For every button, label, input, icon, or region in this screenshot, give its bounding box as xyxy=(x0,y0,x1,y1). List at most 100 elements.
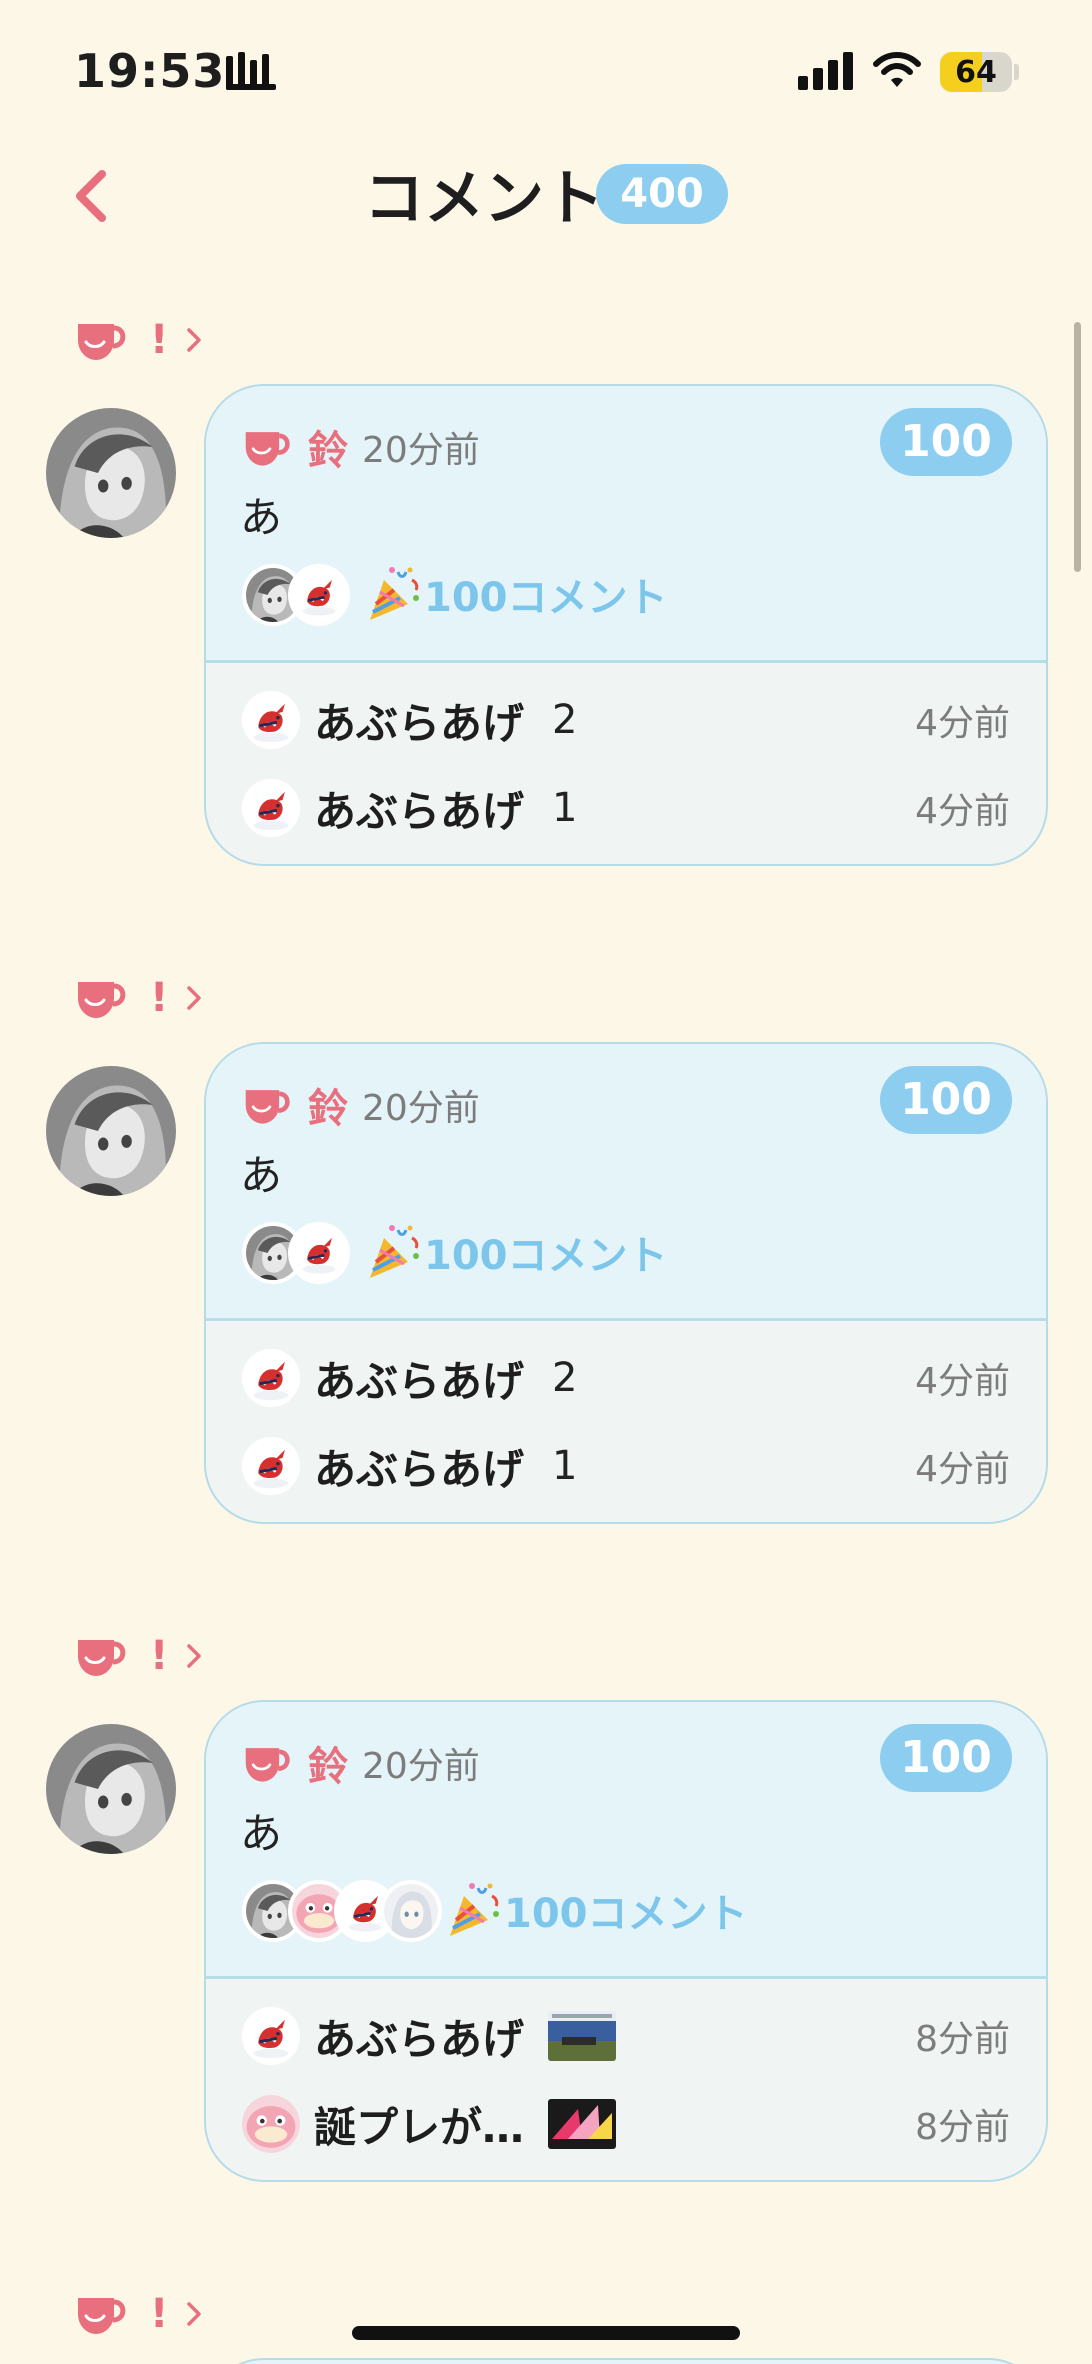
reply-avatar xyxy=(242,691,300,749)
reply-time: 4分前 xyxy=(915,791,1010,832)
comment-count-badge: 400 xyxy=(596,164,728,224)
back-chevron-icon[interactable] xyxy=(66,166,116,226)
thread-alert-mark: ! xyxy=(150,2291,169,2337)
cup-icon xyxy=(74,976,130,1020)
reply-image-thumbnail[interactable] xyxy=(548,2099,617,2149)
chevron-right-icon xyxy=(186,2301,202,2327)
comment-thread: ! 鈴 20分前 100 あ 100コメント あぶらあげ 2 4分前 あぶらあげ… xyxy=(0,314,1092,874)
avatar[interactable] xyxy=(46,408,176,538)
reply-list: あぶらあげ 8分前 誕プレが… 8分前 xyxy=(206,1979,1046,2180)
reply-row[interactable]: あぶらあげ 2 4分前 xyxy=(242,685,1010,755)
reply-author: あぶらあげ xyxy=(314,2014,525,2064)
participant-avatars xyxy=(242,564,350,626)
author-name: 鈴 xyxy=(308,1744,348,1790)
reply-avatar xyxy=(242,2095,300,2153)
reply-row[interactable]: あぶらあげ 1 4分前 xyxy=(242,1431,1010,1501)
comment-time: 20分前 xyxy=(362,1088,480,1129)
comment-meta: 鈴 20分前 xyxy=(242,422,480,474)
participant-avatars xyxy=(242,1222,350,1284)
reply-avatar xyxy=(242,779,300,837)
thread-alert-mark: ! xyxy=(150,975,169,1021)
page-title: コメント xyxy=(364,164,604,234)
reading-mode-icon xyxy=(226,52,276,90)
thread-header[interactable]: ! xyxy=(74,2288,202,2340)
reply-time: 8分前 xyxy=(915,2019,1010,2060)
reply-list: あぶらあげ 2 4分前 あぶらあげ 1 4分前 xyxy=(206,1321,1046,1522)
reply-text: 1 xyxy=(552,1443,578,1489)
reply-image-thumbnail[interactable] xyxy=(548,2011,617,2061)
comment-card[interactable] xyxy=(204,2358,1048,2364)
comment-meta: 鈴 20分前 xyxy=(242,1738,480,1790)
reply-avatar xyxy=(242,1349,300,1407)
milestone-text: 100コメント xyxy=(424,1233,668,1279)
reply-row[interactable]: 誕プレが… 8分前 xyxy=(242,2089,1010,2159)
comment-meta: 鈴 20分前 xyxy=(242,1080,480,1132)
reply-row[interactable]: あぶらあげ 8分前 xyxy=(242,2001,1010,2071)
reply-row[interactable]: あぶらあげ 2 4分前 xyxy=(242,1343,1010,1413)
cellular-signal-icon xyxy=(798,52,853,90)
reply-avatar xyxy=(242,1437,300,1495)
cup-icon xyxy=(74,318,130,362)
reply-author: あぶらあげ xyxy=(314,698,525,748)
cup-icon xyxy=(242,1742,294,1784)
thread-header[interactable]: ! xyxy=(74,1630,202,1682)
like-count-badge[interactable]: 100 xyxy=(880,408,1012,476)
milestone-text: 100コメント xyxy=(504,1891,748,1937)
reply-avatar xyxy=(242,2007,300,2065)
comment-text: あ xyxy=(240,1809,283,1858)
author-name: 鈴 xyxy=(308,428,348,474)
milestone-label: 100コメント xyxy=(364,1222,668,1282)
thread-alert-mark: ! xyxy=(150,317,169,363)
party-popper-icon xyxy=(444,1880,504,1940)
reply-author: あぶらあげ xyxy=(314,1356,525,1406)
avatar[interactable] xyxy=(46,1724,176,1854)
milestone-text: 100コメント xyxy=(424,575,668,621)
thread-header[interactable]: ! xyxy=(74,314,202,366)
chevron-right-icon xyxy=(186,1643,202,1669)
comment-thread: ! 鈴 20分前 100 あ 100コメント あぶらあげ 2 4分前 あぶらあげ… xyxy=(0,972,1092,1532)
reply-author: あぶらあげ xyxy=(314,786,525,836)
comment-time: 20分前 xyxy=(362,430,480,471)
cup-icon xyxy=(242,1084,294,1126)
reply-list: あぶらあげ 2 4分前 あぶらあげ 1 4分前 xyxy=(206,663,1046,864)
home-indicator[interactable] xyxy=(352,2326,740,2340)
participant-avatar xyxy=(288,564,350,626)
reply-row[interactable]: あぶらあげ 1 4分前 xyxy=(242,773,1010,843)
reply-text: 2 xyxy=(552,1355,578,1401)
reply-text: 1 xyxy=(552,785,578,831)
avatar[interactable] xyxy=(46,1066,176,1196)
cup-icon xyxy=(242,426,294,468)
reply-time: 4分前 xyxy=(915,1449,1010,1490)
comment-card[interactable]: 鈴 20分前 100 あ 100コメント あぶらあげ 2 4分前 あぶらあげ 1… xyxy=(204,384,1048,866)
like-count-badge[interactable]: 100 xyxy=(880,1066,1012,1134)
cup-icon xyxy=(74,1634,130,1678)
reply-time: 4分前 xyxy=(915,703,1010,744)
milestone-label: 100コメント xyxy=(364,564,668,624)
milestone-label: 100コメント xyxy=(444,1880,748,1940)
reply-time: 4分前 xyxy=(915,1361,1010,1402)
party-popper-icon xyxy=(364,564,424,624)
chevron-right-icon xyxy=(186,327,202,353)
comment-thread: ! 鈴 20分前 100 あ 100コメント あぶらあげ 8分前 誕プレが… 8… xyxy=(0,1630,1092,2190)
like-count-badge[interactable]: 100 xyxy=(880,1724,1012,1792)
thread-header[interactable]: ! xyxy=(74,972,202,1024)
chevron-right-icon xyxy=(186,985,202,1011)
wifi-icon xyxy=(873,52,921,87)
status-bar: 19:53 64 xyxy=(0,0,1092,150)
battery-tip xyxy=(1014,64,1019,80)
reply-time: 8分前 xyxy=(915,2107,1010,2148)
comment-card[interactable]: 鈴 20分前 100 あ 100コメント あぶらあげ 8分前 誕プレが… 8分前 xyxy=(204,1700,1048,2182)
comment-text: あ xyxy=(240,1151,283,1200)
comment-time: 20分前 xyxy=(362,1746,480,1787)
comment-card[interactable]: 鈴 20分前 100 あ 100コメント あぶらあげ 2 4分前 あぶらあげ 1… xyxy=(204,1042,1048,1524)
reply-author: 誕プレが… xyxy=(314,2102,525,2152)
comment-text: あ xyxy=(240,493,283,542)
reply-author: あぶらあげ xyxy=(314,1444,525,1494)
author-name: 鈴 xyxy=(308,1086,348,1132)
participant-avatars xyxy=(242,1880,442,1942)
participant-avatar xyxy=(380,1880,442,1942)
battery-level: 64 xyxy=(955,55,997,90)
cup-icon xyxy=(74,2292,130,2336)
thread-alert-mark: ! xyxy=(150,1633,169,1679)
reply-text: 2 xyxy=(552,697,578,743)
